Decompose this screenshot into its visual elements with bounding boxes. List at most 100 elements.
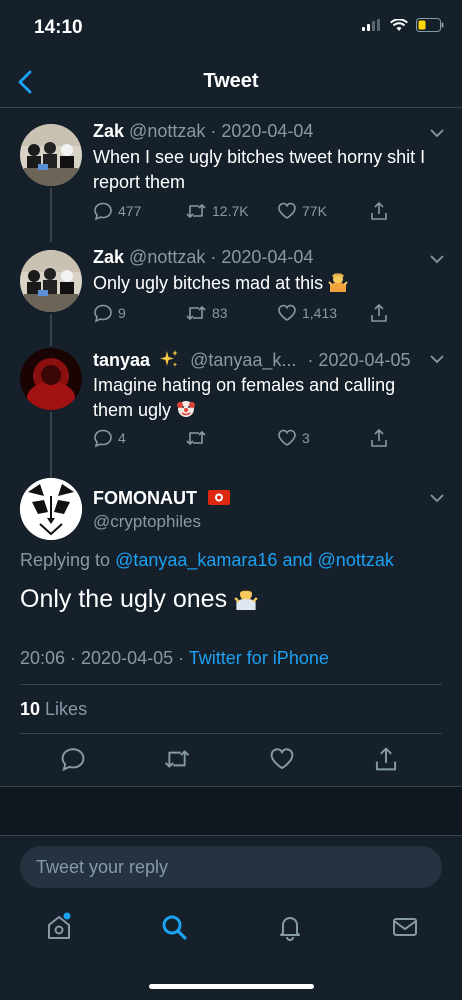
clown-face-emoji-icon xyxy=(177,401,196,417)
retweet-count: 12.7K xyxy=(212,203,249,219)
tweet-text-row: Only ugly bitches mad at this xyxy=(93,271,438,296)
tweet-text-row: Imagine hating on females and calling th… xyxy=(93,373,438,423)
retweet-icon xyxy=(186,204,206,218)
avatar[interactable] xyxy=(20,124,82,186)
tweet-actions: 477 12.7K 77K xyxy=(93,201,402,223)
tab-home[interactable] xyxy=(44,912,74,942)
like-button[interactable]: 1,413 xyxy=(277,303,337,323)
reply-icon xyxy=(94,304,112,323)
tab-bar xyxy=(0,900,462,960)
heart-icon xyxy=(278,429,296,446)
main-tweet-text-row: Only the ugly ones xyxy=(20,585,258,614)
status-time: 14:10 xyxy=(34,17,83,38)
reply-icon xyxy=(94,202,112,221)
like-count: 77K xyxy=(302,203,327,219)
retweet-icon xyxy=(186,431,206,445)
bell-icon xyxy=(280,917,300,941)
source-link[interactable]: Twitter for iPhone xyxy=(189,648,329,668)
replying-and[interactable]: and xyxy=(282,550,312,570)
tweet-text: Only ugly bitches mad at this xyxy=(93,273,324,293)
likes-summary[interactable]: 10 Likes xyxy=(20,699,87,720)
avatar[interactable] xyxy=(20,250,82,312)
reply-count: 9 xyxy=(118,305,126,321)
thread-line xyxy=(50,188,52,242)
heart-icon xyxy=(278,202,296,219)
tab-messages[interactable] xyxy=(390,912,420,942)
tweet-text: Imagine hating on females and calling th… xyxy=(93,375,396,420)
retweet-button[interactable]: 12.7K xyxy=(185,201,249,221)
retweet-button[interactable] xyxy=(185,428,212,448)
timestamp-row: 20:06 · 2020-04-05 · Twitter for iPhone xyxy=(20,648,329,669)
status-bar: 14:10 xyxy=(0,0,462,56)
battery-icon xyxy=(416,18,444,32)
mail-icon xyxy=(393,918,417,936)
main-tweet-text: Only the ugly ones xyxy=(20,585,228,613)
tab-search[interactable] xyxy=(159,912,189,942)
like-count: 3 xyxy=(302,430,310,446)
avatar[interactable] xyxy=(20,478,82,540)
thread-line xyxy=(50,314,52,346)
main-name-row: FOMONAUT xyxy=(93,488,230,509)
retweet-button[interactable]: 83 xyxy=(185,303,228,323)
share-button[interactable] xyxy=(369,201,389,221)
reply-count: 4 xyxy=(118,430,126,446)
retweet-button[interactable] xyxy=(163,746,191,772)
mention-link[interactable]: @nottzak xyxy=(318,550,394,570)
home-indicator[interactable] xyxy=(149,984,314,989)
sparkles-emoji-icon xyxy=(160,350,179,367)
display-name[interactable]: Zak xyxy=(93,247,124,267)
chevron-down-icon[interactable] xyxy=(430,493,444,503)
reply-count: 477 xyxy=(118,203,142,219)
handle[interactable]: @nottzak xyxy=(129,247,205,267)
share-button[interactable] xyxy=(369,428,389,448)
divider xyxy=(20,684,442,685)
handle[interactable]: @cryptophiles xyxy=(93,512,201,532)
share-icon xyxy=(371,429,387,447)
like-button[interactable]: 77K xyxy=(277,201,327,221)
share-button[interactable] xyxy=(369,303,389,323)
handle[interactable]: @nottzak xyxy=(129,121,205,141)
reply-icon xyxy=(94,429,112,448)
tweet-date: · 2020-04-04 xyxy=(210,121,314,141)
mention-link[interactable]: @tanyaa_kamara16 xyxy=(115,550,277,570)
retweet-icon xyxy=(186,306,206,320)
tweet-text: When I see ugly bitches tweet horny shit… xyxy=(93,147,426,192)
shrug-emoji-icon xyxy=(234,587,258,610)
chevron-down-icon[interactable] xyxy=(430,254,444,264)
likes-label: Likes xyxy=(45,699,88,719)
reply-button[interactable]: 9 xyxy=(93,303,126,323)
tweet-date: · 2020-04-04 xyxy=(210,247,314,267)
timestamp: 20:06 · 2020-04-05 · xyxy=(20,648,185,668)
tweet-date: · 2020-04-05 xyxy=(307,350,411,370)
display-name[interactable]: tanyaa xyxy=(93,350,150,370)
tweet-actions: 9 83 1,413 xyxy=(93,303,402,325)
retweet-icon xyxy=(164,750,190,768)
like-count: 1,413 xyxy=(302,305,338,321)
tweet-actions: 4 3 xyxy=(93,428,402,450)
home-icon xyxy=(48,912,71,939)
replying-prefix: Replying to xyxy=(20,550,111,570)
navigation-bar: Tweet xyxy=(0,56,462,108)
share-icon xyxy=(371,202,387,220)
reply-button[interactable]: 4 xyxy=(93,428,126,448)
like-button[interactable] xyxy=(269,746,295,772)
share-icon xyxy=(371,304,387,322)
reply-icon xyxy=(61,748,85,772)
chevron-down-icon[interactable] xyxy=(430,128,444,138)
display-name[interactable]: FOMONAUT xyxy=(93,488,197,508)
reply-button[interactable]: 477 xyxy=(93,201,141,221)
share-button[interactable] xyxy=(373,746,399,772)
tab-notifications[interactable] xyxy=(275,912,305,942)
like-button[interactable]: 3 xyxy=(277,428,310,448)
handle[interactable]: @tanyaa_k... xyxy=(190,350,296,370)
reply-button[interactable] xyxy=(60,746,86,772)
hong-kong-flag-icon xyxy=(208,490,230,505)
wifi-icon xyxy=(390,18,408,31)
avatar[interactable] xyxy=(20,348,82,410)
thread-line xyxy=(50,412,52,478)
display-name[interactable]: Zak xyxy=(93,121,124,141)
heart-icon xyxy=(278,304,296,321)
main-tweet-actions xyxy=(0,746,462,774)
chevron-down-icon[interactable] xyxy=(430,354,444,364)
reply-input[interactable] xyxy=(20,846,442,888)
